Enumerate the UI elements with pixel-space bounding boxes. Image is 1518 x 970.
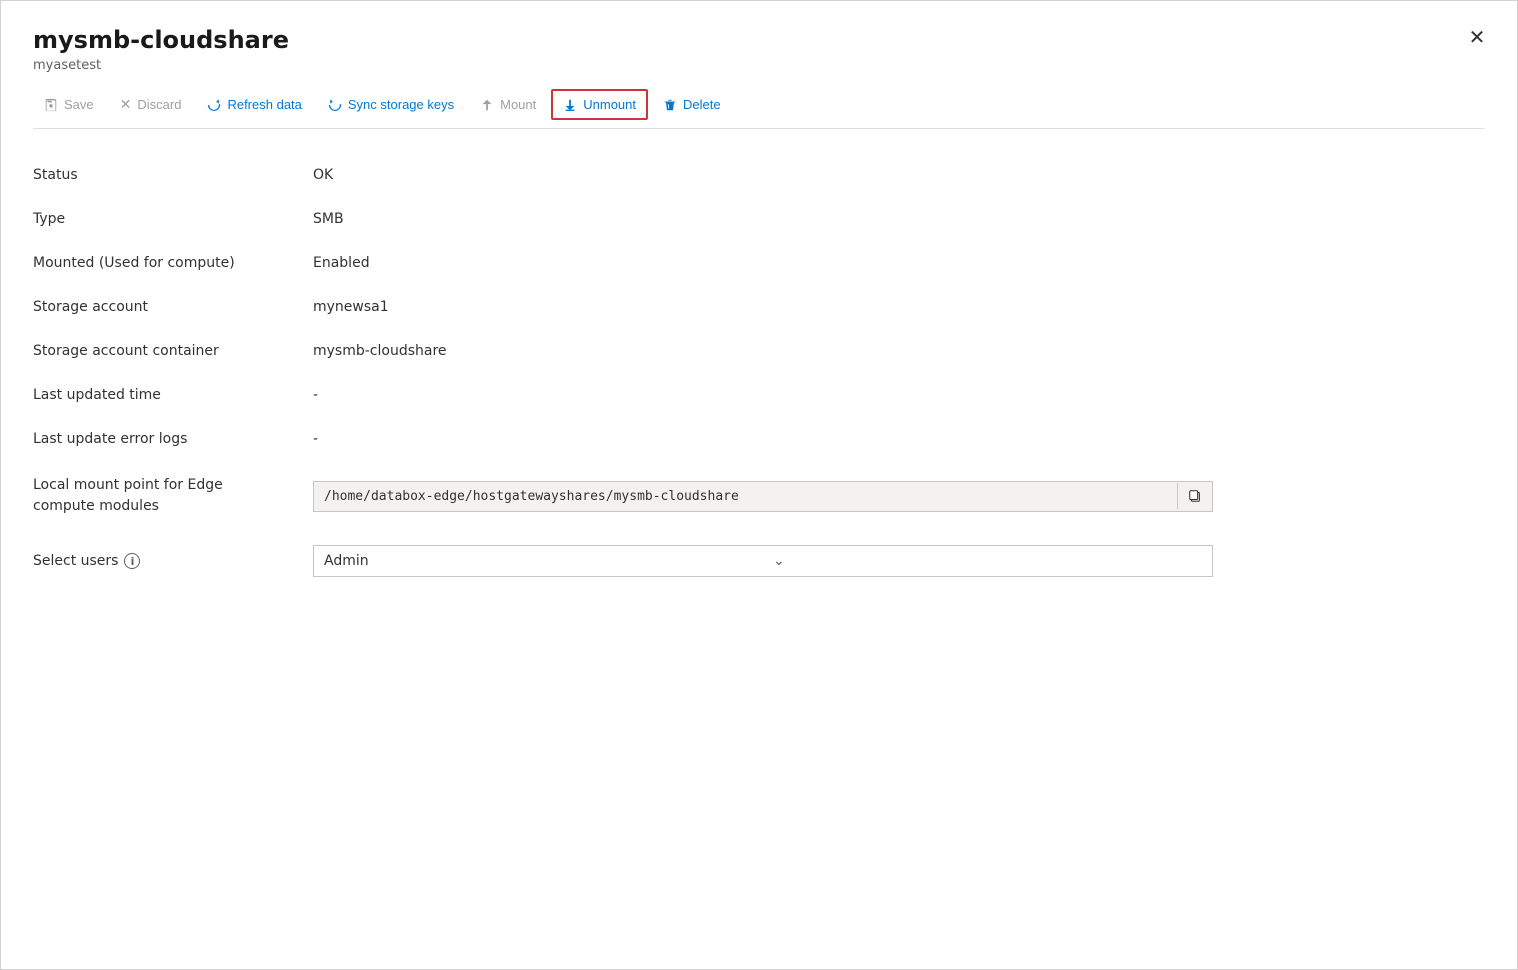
storage-account-label: Storage account (33, 285, 313, 329)
form-grid: Status OK Type SMB Mounted (Used for com… (33, 153, 1485, 591)
chevron-down-icon: ⌄ (763, 546, 1212, 576)
mounted-value: Enabled (313, 241, 1485, 285)
sync-label: Sync storage keys (348, 97, 454, 112)
delete-label: Delete (683, 97, 721, 112)
sync-icon (328, 98, 342, 112)
save-button[interactable]: Save (33, 90, 105, 119)
mount-point-input-wrap: /home/databox-edge/hostgatewayshares/mys… (313, 481, 1213, 512)
status-value: OK (313, 153, 1485, 197)
unmount-icon (563, 98, 577, 112)
save-icon (44, 98, 58, 112)
panel-title: mysmb-cloudshare (33, 25, 1485, 56)
status-label: Status (33, 153, 313, 197)
sync-button[interactable]: Sync storage keys (317, 90, 465, 119)
storage-account-value: mynewsa1 (313, 285, 1485, 329)
refresh-button[interactable]: Refresh data (196, 90, 312, 119)
error-logs-value: - (313, 417, 1485, 461)
users-dropdown[interactable]: Admin ⌄ (313, 545, 1213, 577)
mount-label: Mount (500, 97, 536, 112)
unmount-label: Unmount (583, 97, 636, 112)
mount-point-label: Local mount point for Edgecompute module… (33, 461, 313, 531)
error-logs-label: Last update error logs (33, 417, 313, 461)
last-updated-value: - (313, 373, 1485, 417)
detail-panel: ✕ mysmb-cloudshare myasetest Save ✕ Disc… (0, 0, 1518, 970)
type-label: Type (33, 197, 313, 241)
info-icon: i (124, 553, 140, 569)
panel-header: mysmb-cloudshare myasetest (33, 25, 1485, 73)
type-value: SMB (313, 197, 1485, 241)
select-users-label: Select users i (33, 539, 313, 583)
discard-icon: ✕ (120, 96, 132, 113)
refresh-label: Refresh data (227, 97, 301, 112)
close-icon: ✕ (1469, 25, 1486, 50)
select-users-value[interactable]: Admin ⌄ (313, 531, 1485, 591)
discard-label: Discard (137, 97, 181, 112)
close-button[interactable]: ✕ (1461, 21, 1493, 53)
refresh-icon (207, 98, 221, 112)
delete-icon (663, 98, 677, 112)
copy-mount-point-button[interactable] (1177, 483, 1212, 509)
storage-container-label: Storage account container (33, 329, 313, 373)
users-selected: Admin (314, 546, 763, 576)
toolbar: Save ✕ Discard Refresh data Sync storage… (33, 81, 1485, 129)
mount-point-text: /home/databox-edge/hostgatewayshares/mys… (314, 482, 1177, 511)
mount-button[interactable]: Mount (469, 90, 547, 119)
panel-subtitle: myasetest (33, 58, 1485, 73)
discard-button[interactable]: ✕ Discard (109, 89, 193, 120)
mount-icon (480, 98, 494, 112)
copy-icon (1188, 489, 1202, 503)
mounted-label: Mounted (Used for compute) (33, 241, 313, 285)
mount-point-value: /home/databox-edge/hostgatewayshares/mys… (313, 467, 1485, 526)
delete-button[interactable]: Delete (652, 90, 732, 119)
unmount-button[interactable]: Unmount (551, 89, 648, 120)
storage-container-value: mysmb-cloudshare (313, 329, 1485, 373)
save-label: Save (64, 97, 94, 112)
last-updated-label: Last updated time (33, 373, 313, 417)
